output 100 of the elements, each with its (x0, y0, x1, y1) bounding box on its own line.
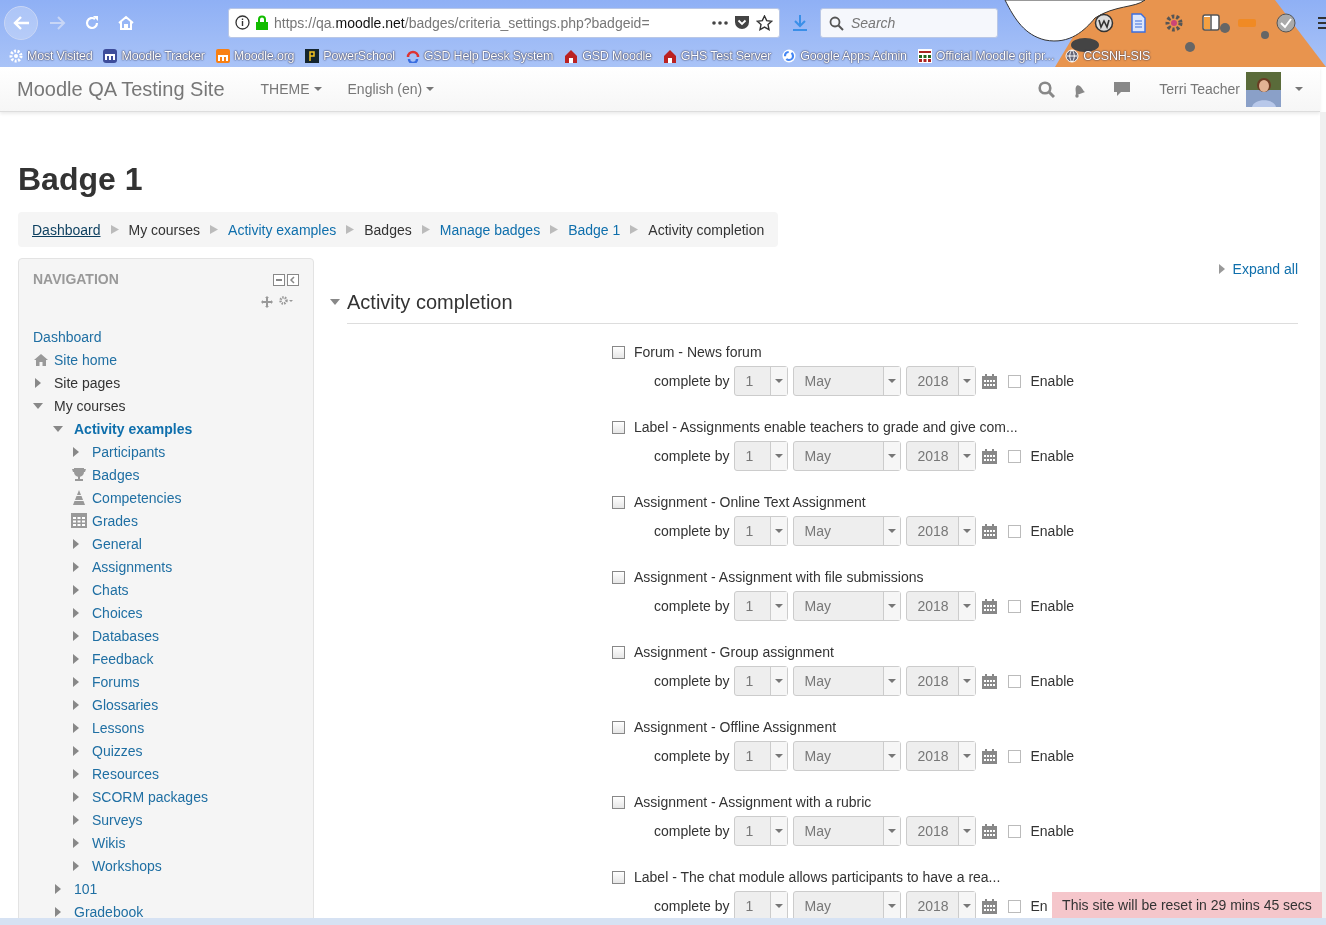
year-select[interactable]: 2018 (906, 441, 977, 471)
nav-item[interactable]: Assignments (92, 558, 173, 575)
breadcrumb-link[interactable]: Dashboard (32, 221, 101, 238)
collapsed-arrow-icon[interactable] (33, 377, 43, 388)
nav-item[interactable]: Databases (92, 627, 159, 644)
nav-item[interactable]: Gradebook (74, 903, 144, 918)
collapsed-arrow-icon[interactable] (71, 722, 81, 733)
pocket-icon[interactable] (734, 15, 750, 30)
enable-checkbox[interactable] (1008, 524, 1022, 538)
collapse-block-icon[interactable] (273, 274, 285, 286)
collapsed-arrow-icon[interactable] (71, 607, 81, 618)
menu-icon[interactable] (1318, 15, 1326, 30)
calendar-icon[interactable] (982, 673, 998, 689)
nav-item[interactable]: Lessons (92, 719, 145, 736)
collapsed-arrow-icon[interactable] (71, 630, 81, 641)
collapsed-arrow-icon[interactable] (71, 538, 81, 549)
enable-checkbox[interactable] (1008, 749, 1022, 763)
activity-checkbox[interactable] (612, 495, 625, 509)
nav-item[interactable]: Wikis (92, 834, 126, 851)
enable-checkbox[interactable] (1008, 599, 1022, 613)
check-circle-icon[interactable] (1276, 12, 1296, 33)
expanded-arrow-icon[interactable] (330, 297, 340, 307)
nav-item[interactable]: Choices (92, 604, 143, 621)
calendar-icon[interactable] (982, 448, 998, 464)
year-select[interactable]: 2018 (906, 516, 977, 546)
address-bar[interactable]: https://qa.moodle.net/badges/criteria_settings.php?badgeid= (228, 7, 780, 38)
month-select[interactable]: May (793, 741, 902, 771)
breadcrumb-link[interactable]: Badge 1 (568, 221, 621, 238)
day-select[interactable]: 1 (734, 666, 789, 696)
day-select[interactable]: 1 (734, 366, 789, 396)
calendar-icon[interactable] (982, 748, 998, 764)
activity-checkbox[interactable] (612, 570, 625, 584)
day-select[interactable]: 1 (734, 891, 789, 918)
year-select[interactable]: 2018 (906, 666, 977, 696)
calendar-icon[interactable] (982, 373, 998, 389)
month-select[interactable]: May (793, 366, 902, 396)
nav-item[interactable]: General (92, 535, 142, 552)
collapsed-arrow-icon[interactable] (71, 860, 81, 871)
move-icon[interactable] (261, 296, 273, 308)
collapsed-arrow-icon[interactable] (71, 561, 81, 572)
nav-item[interactable]: SCORM packages (92, 788, 208, 805)
month-select[interactable]: May (793, 516, 902, 546)
day-select[interactable]: 1 (734, 591, 789, 621)
nav-item[interactable]: Site home (54, 351, 118, 368)
activity-checkbox[interactable] (612, 345, 625, 359)
activity-checkbox[interactable] (612, 645, 625, 659)
nav-item[interactable]: Surveys (92, 811, 143, 828)
star-icon[interactable] (756, 14, 773, 31)
activity-checkbox[interactable] (612, 795, 625, 809)
year-select[interactable]: 2018 (906, 366, 977, 396)
calendar-icon[interactable] (982, 898, 998, 914)
gear-icon[interactable] (1164, 12, 1184, 33)
search-icon[interactable] (1038, 80, 1056, 98)
month-select[interactable]: May (793, 816, 902, 846)
calendar-icon[interactable] (982, 598, 998, 614)
w-circle-icon[interactable] (1094, 12, 1114, 33)
dock-block-icon[interactable] (287, 274, 299, 286)
nav-item[interactable]: My courses (54, 397, 126, 414)
search-field[interactable]: Search (820, 7, 998, 38)
collapsed-arrow-icon[interactable] (71, 699, 81, 710)
activity-checkbox[interactable] (612, 870, 625, 884)
enable-checkbox[interactable] (1008, 374, 1022, 388)
nav-item[interactable]: Badges (92, 466, 140, 483)
section-title[interactable]: Activity completion (347, 290, 513, 314)
nav-item[interactable]: Glossaries (92, 696, 159, 713)
nav-item[interactable]: Resources (92, 765, 159, 782)
day-select[interactable]: 1 (734, 816, 789, 846)
breadcrumb-link[interactable]: Manage badges (439, 221, 541, 238)
activity-checkbox[interactable] (612, 420, 625, 434)
nav-item[interactable]: Dashboard (33, 328, 102, 345)
month-select[interactable]: May (793, 891, 902, 918)
collapsed-arrow-icon[interactable] (71, 768, 81, 779)
month-select[interactable]: May (793, 666, 902, 696)
document-icon[interactable] (1130, 12, 1146, 33)
year-select[interactable]: 2018 (906, 591, 977, 621)
bookmark[interactable]: CCSNH-SIS (1065, 49, 1151, 63)
enable-checkbox[interactable] (1008, 449, 1022, 463)
day-select[interactable]: 1 (734, 741, 789, 771)
calendar-icon[interactable] (982, 523, 998, 539)
gear-menu-icon[interactable] (279, 296, 293, 306)
year-select[interactable]: 2018 (906, 891, 977, 918)
month-select[interactable]: May (793, 591, 902, 621)
breadcrumb-link[interactable]: Activity examples (228, 221, 337, 238)
site-name[interactable]: Moodle QA Testing Site (17, 77, 225, 101)
enable-checkbox[interactable] (1008, 824, 1022, 838)
expand-arrow-icon[interactable] (1216, 264, 1227, 274)
nav-item[interactable]: Participants (92, 443, 166, 460)
collapsed-arrow-icon[interactable] (71, 745, 81, 756)
nav-item[interactable]: Competencies (92, 489, 182, 506)
expand-all-link[interactable]: Expand all (1232, 261, 1298, 277)
collapsed-arrow-icon[interactable] (53, 906, 63, 917)
nav-item[interactable]: Feedback (92, 650, 154, 667)
day-select[interactable]: 1 (734, 516, 789, 546)
collapsed-arrow-icon[interactable] (53, 883, 63, 894)
collapsed-arrow-icon[interactable] (71, 653, 81, 664)
chat-icon[interactable] (1113, 80, 1132, 98)
collapsed-arrow-icon[interactable] (71, 791, 81, 802)
more-icon[interactable] (712, 20, 728, 25)
activity-checkbox[interactable] (612, 720, 625, 734)
expanded-arrow-icon[interactable] (33, 400, 43, 411)
